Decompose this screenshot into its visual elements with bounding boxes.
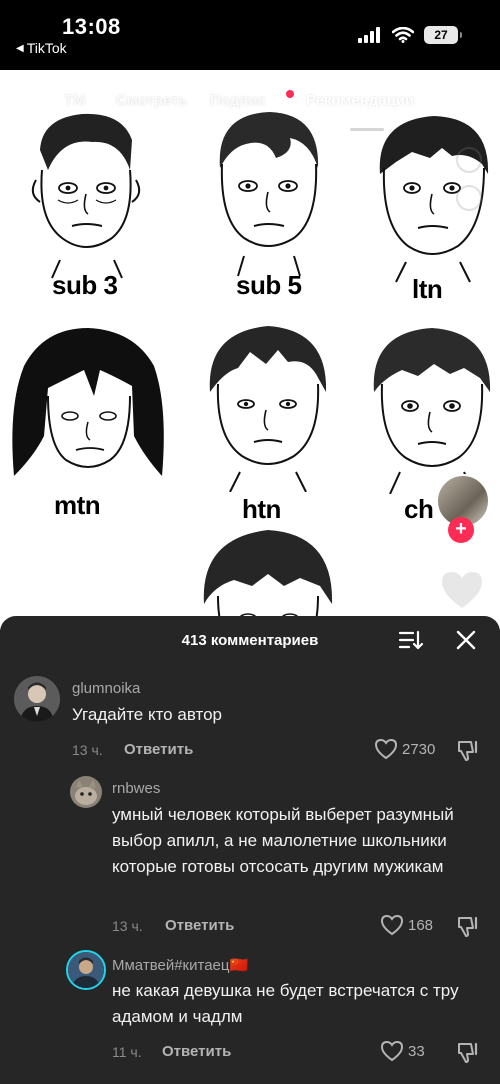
face-drawing-mtn	[12, 328, 164, 476]
live-tv-icon[interactable]	[22, 92, 50, 112]
dislike-icon[interactable]	[456, 738, 480, 762]
reply-button[interactable]: Ответить	[165, 917, 234, 934]
wifi-icon	[392, 27, 414, 43]
caption-htn: htn	[242, 494, 281, 524]
like-count: 2730	[402, 740, 436, 758]
face-drawing-htn	[209, 326, 327, 492]
top-navigation: ТМ Смотреть Подпис Рекомендации	[0, 88, 500, 131]
heart-outline-icon	[374, 738, 398, 760]
tab-tm[interactable]: ТМ	[64, 92, 86, 109]
tab-watch[interactable]: Смотреть	[116, 92, 188, 109]
comment-item: Mматвей#китаец🇨🇳 не какая девушка не буд…	[0, 950, 500, 1070]
caption-ch: ch	[404, 494, 434, 524]
comments-count-title: 413 комментариев	[181, 632, 319, 649]
comment-time: 11 ч.	[112, 1044, 142, 1060]
battery-level: 27	[434, 28, 448, 42]
comments-header: 413 комментариев	[0, 616, 500, 668]
reply-button[interactable]: Ответить	[162, 1043, 231, 1060]
comment-author[interactable]: glumnoika	[72, 680, 140, 697]
like-button[interactable]: 168	[380, 914, 433, 936]
dislike-icon[interactable]	[456, 914, 480, 938]
heart-outline-icon	[380, 914, 404, 936]
like-button[interactable]: 2730	[374, 738, 435, 760]
status-icons: 27	[358, 26, 462, 44]
comment-author[interactable]: Mматвей#китаец🇨🇳	[112, 956, 248, 974]
comment-item: glumnoika Угадайте кто автор 13 ч. Ответ…	[0, 672, 500, 768]
face-drawing-ch	[373, 328, 491, 494]
cellular-signal-icon	[358, 27, 380, 43]
heart-icon[interactable]	[440, 570, 484, 610]
share-hint-icon[interactable]	[452, 146, 486, 216]
back-app-label: TikTok	[26, 40, 67, 56]
back-to-app-link[interactable]: ◀ TikTok	[16, 40, 67, 56]
sort-icon[interactable]	[398, 628, 424, 652]
face-drawing-sub5	[219, 112, 319, 277]
face-drawing-sub3	[31, 113, 141, 279]
battery-indicator: 27	[424, 26, 462, 44]
search-icon[interactable]	[448, 88, 478, 118]
comment-time: 13 ч.	[112, 918, 143, 934]
person-avatar-icon	[14, 676, 60, 722]
active-tab-indicator	[350, 128, 384, 131]
comments-sheet: 413 комментариев glumnoika Угадайте кто …	[0, 616, 500, 1084]
notification-dot	[286, 90, 294, 98]
tab-for-you[interactable]: Рекомендации	[306, 92, 414, 109]
video-player[interactable]: ТМ Смотреть Подпис Рекомендации sub 3 su…	[0, 70, 500, 630]
heart-outline-icon	[380, 1040, 404, 1062]
back-triangle-icon: ◀	[16, 42, 24, 54]
like-button[interactable]: 33	[380, 1040, 425, 1062]
comment-text: умный человек который выберет разумный в…	[112, 805, 454, 876]
comment-text: Угадайте кто автор	[72, 705, 222, 724]
commenter-avatar[interactable]	[14, 676, 60, 722]
caption-sub5: sub 5	[236, 270, 302, 300]
comment-item: rnbwes умный человек который выберет раз…	[0, 774, 500, 944]
commenter-avatar[interactable]	[66, 950, 106, 990]
person-avatar-icon	[68, 952, 104, 988]
comment-author[interactable]: rnbwes	[112, 780, 160, 797]
commenter-avatar[interactable]	[70, 776, 102, 808]
dislike-icon[interactable]	[456, 1040, 480, 1064]
like-count: 168	[408, 916, 434, 934]
cat-avatar-icon	[70, 776, 102, 808]
reply-button[interactable]: Ответить	[124, 741, 193, 758]
comment-time: 13 ч.	[72, 742, 103, 758]
close-icon[interactable]	[455, 629, 477, 651]
caption-sub3: sub 3	[52, 270, 118, 300]
caption-ltn: ltn	[412, 274, 443, 304]
like-count: 33	[408, 1042, 425, 1060]
tab-following[interactable]: Подпис	[210, 92, 266, 109]
face-drawing-partial	[203, 530, 333, 630]
follow-plus-icon[interactable]: +	[448, 517, 474, 543]
caption-mtn: mtn	[54, 490, 101, 520]
clock: 13:08	[62, 14, 121, 39]
comment-text: не какая девушка не будет встречатся с т…	[112, 981, 459, 1026]
status-bar: 13:08 ◀ TikTok 27	[0, 0, 500, 70]
